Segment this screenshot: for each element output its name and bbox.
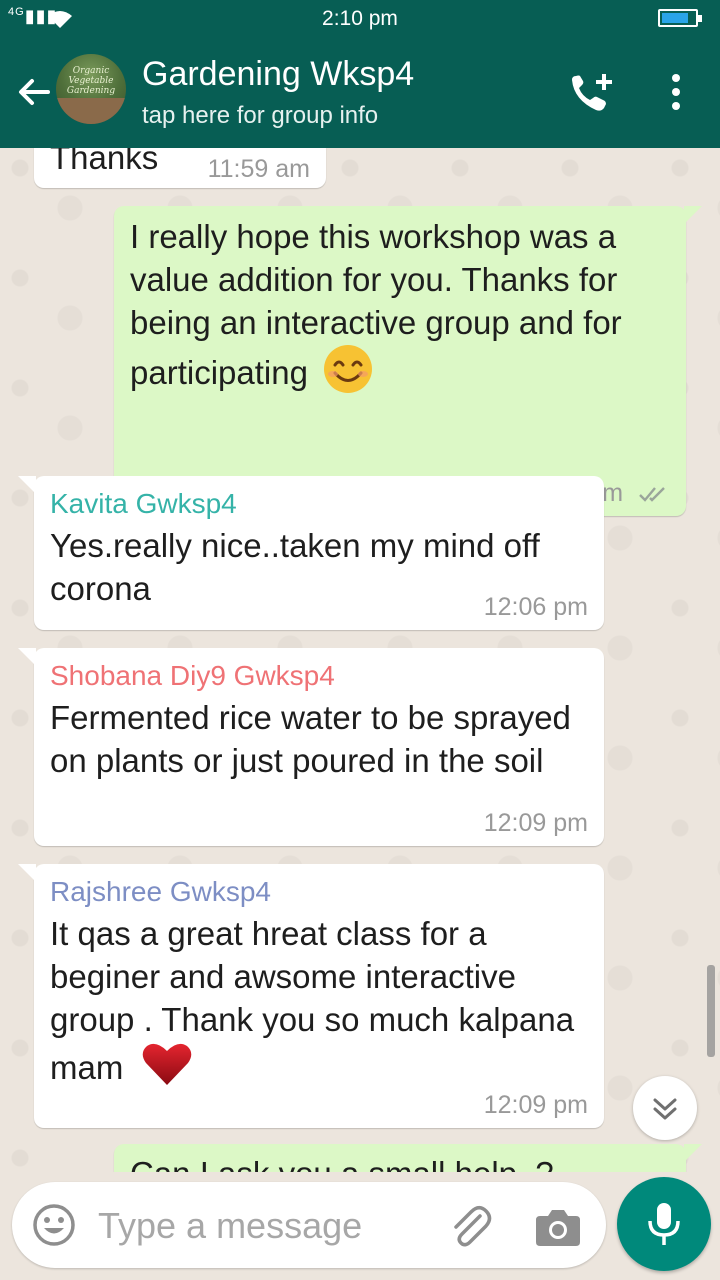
heart-emoji (142, 1043, 191, 1085)
message-time: 12:09 pm (483, 1091, 588, 1119)
status-time: 2:10 pm (322, 7, 398, 30)
message-bubble[interactable]: Rajshree Gwksp4 It qas a great hreat cla… (18, 864, 604, 1128)
battery-icon (658, 9, 702, 27)
smiling-face-emoji (324, 345, 373, 393)
read-ticks-icon (639, 487, 665, 503)
chat-area[interactable]: Thanks 11:59 am I really hope this works… (0, 148, 720, 1172)
message-text: Fermented rice water to be sprayed on pl… (50, 699, 571, 779)
sender-name[interactable]: Shobana Diy9 Gwksp4 (50, 660, 588, 692)
message-time: 11:59 am (207, 155, 310, 183)
message-time: 12:09 pm (483, 809, 588, 837)
message-bubble[interactable]: Thanks 11:59 am (34, 148, 326, 188)
message-text: I really hope this workshop was a value … (130, 218, 622, 391)
message-time: 12:06 pm (483, 593, 588, 621)
message-composer (12, 1182, 606, 1268)
message-text: It qas a great hreat class for a beginer… (50, 915, 575, 1086)
scroll-to-bottom-button[interactable] (633, 1076, 697, 1140)
sender-name[interactable]: Kavita Gwksp4 (50, 488, 588, 520)
double-chevron-down-icon (653, 1098, 677, 1120)
back-arrow-icon[interactable] (12, 70, 56, 114)
group-subtitle[interactable]: tap here for group info (142, 102, 378, 130)
group-title[interactable]: Gardening Wksp4 (142, 55, 414, 94)
message-bubble[interactable]: I really hope this workshop was a value … (114, 206, 702, 516)
message-input[interactable] (96, 1200, 430, 1252)
message-bubble[interactable]: Kavita Gwksp4 Yes.really nice..taken my … (18, 476, 604, 630)
message-text: Can I ask you a small help..? (130, 1152, 670, 1172)
microphone-icon (648, 1203, 680, 1245)
more-options-icon[interactable] (656, 70, 696, 118)
group-avatar[interactable]: Organic Vegetable Gardening (56, 54, 126, 124)
add-call-icon[interactable] (566, 70, 616, 118)
chat-header: Organic Vegetable Gardening Gardening Wk… (0, 36, 720, 148)
attachment-icon[interactable] (446, 1202, 494, 1250)
scrollbar[interactable] (707, 965, 715, 1057)
message-bubble[interactable]: Can I ask you a small help..? (114, 1144, 702, 1172)
message-bubble[interactable]: Shobana Diy9 Gwksp4 Fermented rice water… (18, 648, 604, 846)
voice-record-button[interactable] (617, 1177, 711, 1271)
camera-icon[interactable] (534, 1204, 582, 1248)
status-bar: 4G▮▮▮ 2:10 pm (0, 0, 720, 36)
sender-name[interactable]: Rajshree Gwksp4 (50, 876, 588, 908)
emoji-icon[interactable] (32, 1203, 76, 1247)
